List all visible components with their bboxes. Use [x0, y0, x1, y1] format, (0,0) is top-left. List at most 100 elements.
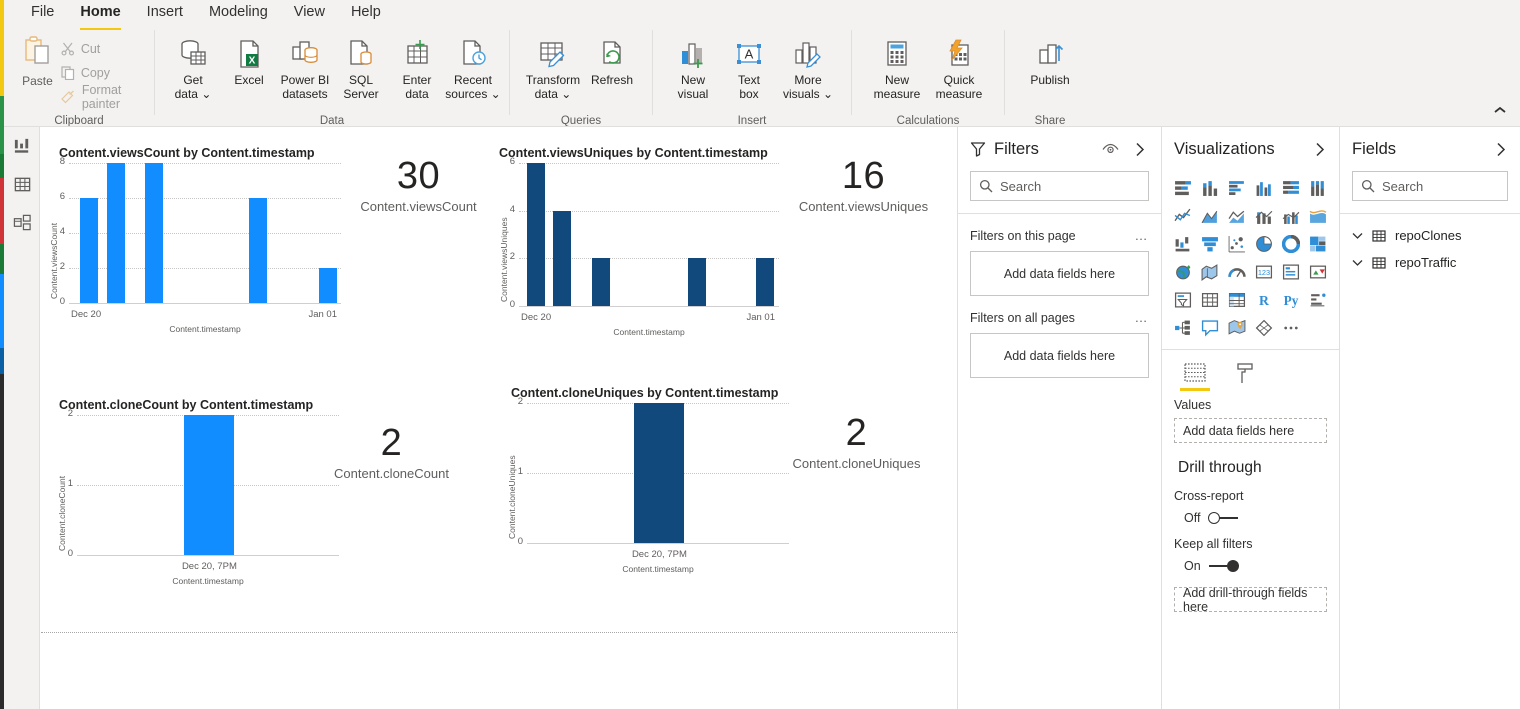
collapse-ribbon-button[interactable] [1490, 100, 1510, 120]
viz-type-line-clustered-column-chart[interactable] [1277, 203, 1304, 229]
viz-type-decomposition-tree[interactable] [1170, 315, 1197, 341]
clone-uniques-chart-bar[interactable] [634, 403, 685, 543]
viz-type-more-options[interactable] [1277, 315, 1304, 341]
viz-type-kpi[interactable] [1304, 259, 1331, 285]
views-count-chart-bar[interactable] [107, 163, 126, 303]
filter-dropzone[interactable]: Add data fields here [970, 251, 1149, 296]
viz-type-100-stacked-column-chart[interactable] [1304, 175, 1331, 201]
refresh-button[interactable]: Refresh [584, 32, 640, 88]
fields-search-input[interactable]: Search [1352, 171, 1508, 201]
viz-type-line-chart[interactable] [1170, 203, 1197, 229]
viz-type-key-influencers[interactable] [1304, 287, 1331, 313]
report-canvas[interactable]: Content.viewsCount by Content.timestamp C… [41, 127, 958, 709]
cross-report-toggle-row[interactable]: Off [1162, 503, 1339, 525]
views-count-chart-bar[interactable] [145, 163, 164, 303]
new-measure-button[interactable]: New measure [866, 32, 928, 101]
ribbon-tab-help[interactable]: Help [338, 0, 394, 28]
ribbon-tab-home[interactable]: Home [67, 0, 133, 30]
text-box-button[interactable]: A Text box [721, 32, 777, 101]
ribbon-tab-modeling[interactable]: Modeling [196, 0, 281, 28]
clone-count-chart-bar[interactable] [184, 415, 235, 555]
format-painter-button[interactable]: Format painter [57, 83, 146, 111]
ribbon-tab-insert[interactable]: Insert [134, 0, 196, 28]
viz-type-qa-visual[interactable] [1197, 315, 1224, 341]
ribbon-tab-file[interactable]: File [18, 0, 67, 28]
clone-count-card[interactable]: 2 Content.cloneCount [299, 422, 484, 481]
visualizations-pane-collapse-button[interactable] [1311, 140, 1329, 158]
new-visual-button[interactable]: New visual [665, 32, 721, 101]
copy-button[interactable]: Copy [57, 62, 146, 84]
field-table-row[interactable]: repoTraffic [1340, 249, 1520, 276]
filters-pane-collapse-button[interactable] [1131, 140, 1149, 158]
views-uniques-chart-bar[interactable] [688, 258, 706, 306]
viz-type-stacked-area-chart[interactable] [1224, 203, 1251, 229]
get-data-button[interactable]: Get data ⌄ [165, 32, 221, 101]
quick-measure-button[interactable]: Quick measure [928, 32, 990, 101]
viz-type-multi-row-card[interactable] [1277, 259, 1304, 285]
filter-section-more-button[interactable]: … [1135, 310, 1150, 325]
viz-type-stacked-column-chart[interactable] [1197, 175, 1224, 201]
recent-sources-button[interactable]: Recent sources ⌄ [445, 32, 501, 101]
paste-button[interactable]: Paste [18, 32, 57, 88]
drill-through-dropzone[interactable]: Add drill-through fields here [1174, 586, 1327, 614]
filters-search-input[interactable]: Search [970, 171, 1149, 201]
publish-button[interactable]: Publish [1019, 32, 1081, 88]
views-uniques-chart-bar[interactable] [755, 258, 774, 306]
views-count-chart-bar[interactable] [319, 268, 338, 303]
views-uniques-chart-bar[interactable] [552, 210, 571, 306]
filter-dropzone[interactable]: Add data fields here [970, 333, 1149, 378]
views-count-chart-bar[interactable] [79, 198, 98, 303]
transform-data-button[interactable]: Transform data ⌄ [522, 32, 584, 101]
viz-type-donut-chart[interactable] [1277, 231, 1304, 257]
excel-button[interactable]: X Excel [221, 32, 277, 88]
keep-all-filters-switch[interactable] [1208, 560, 1239, 572]
cross-report-switch[interactable] [1208, 512, 1239, 524]
viz-type-paginated-report[interactable] [1251, 315, 1278, 341]
views-uniques-chart-bar[interactable] [526, 163, 545, 306]
enter-data-button[interactable]: Enter data [389, 32, 445, 101]
field-table-row[interactable]: repoClones [1340, 222, 1520, 249]
viz-type-gauge[interactable] [1224, 259, 1251, 285]
cut-button[interactable]: Cut [57, 38, 146, 60]
views-uniques-card[interactable]: 16 Content.viewsUniques [771, 155, 956, 214]
viz-type-stacked-bar-chart[interactable] [1170, 175, 1197, 201]
viz-type-clustered-bar-chart[interactable] [1224, 175, 1251, 201]
sidebar-item-data-view[interactable] [4, 165, 40, 203]
sql-server-button[interactable]: SQL Server [333, 32, 389, 101]
viz-type-clustered-column-chart[interactable] [1251, 175, 1278, 201]
chevron-down-icon[interactable] [1352, 259, 1363, 267]
clone-uniques-card[interactable]: 2 Content.cloneUniques [764, 412, 949, 471]
viz-type-treemap[interactable] [1304, 231, 1331, 257]
sidebar-item-report-view[interactable] [4, 127, 40, 165]
viz-type-python-visual[interactable]: Py [1277, 287, 1304, 313]
viz-type-slicer[interactable] [1170, 287, 1197, 313]
viz-type-funnel-chart[interactable] [1197, 231, 1224, 257]
views-uniques-chart-bar[interactable] [591, 258, 610, 306]
powerbi-datasets-button[interactable]: Power BI datasets [277, 32, 333, 101]
viz-type-card[interactable]: 123 [1251, 259, 1278, 285]
viz-type-matrix[interactable] [1224, 287, 1251, 313]
chevron-down-icon[interactable] [1352, 232, 1363, 240]
values-dropzone[interactable]: Add data fields here [1174, 418, 1327, 443]
views-count-chart-bar[interactable] [248, 198, 267, 303]
tab-format[interactable] [1228, 358, 1262, 388]
views-count-card[interactable]: 30 Content.viewsCount [326, 155, 511, 214]
filter-section-more-button[interactable]: … [1135, 228, 1150, 243]
fields-pane-collapse-button[interactable] [1492, 140, 1510, 158]
viz-type-waterfall-chart[interactable] [1170, 231, 1197, 257]
filters-visibility-toggle[interactable] [1101, 140, 1119, 158]
sidebar-item-model-view[interactable] [4, 203, 40, 241]
ribbon-tab-view[interactable]: View [281, 0, 338, 28]
viz-type-pie-chart[interactable] [1251, 231, 1278, 257]
viz-type-map[interactable] [1170, 259, 1197, 285]
viz-type-line-stacked-column-chart[interactable] [1251, 203, 1278, 229]
viz-type-scatter-chart[interactable] [1224, 231, 1251, 257]
viz-type-100-stacked-bar-chart[interactable] [1277, 175, 1304, 201]
viz-type-filled-map[interactable] [1197, 259, 1224, 285]
viz-type-ribbon-chart[interactable] [1304, 203, 1331, 229]
keep-all-filters-toggle-row[interactable]: On [1162, 551, 1339, 573]
viz-type-area-chart[interactable] [1197, 203, 1224, 229]
more-visuals-button[interactable]: More visuals ⌄ [777, 32, 839, 101]
viz-type-arcgis-map[interactable] [1224, 315, 1251, 341]
viz-type-table[interactable] [1197, 287, 1224, 313]
